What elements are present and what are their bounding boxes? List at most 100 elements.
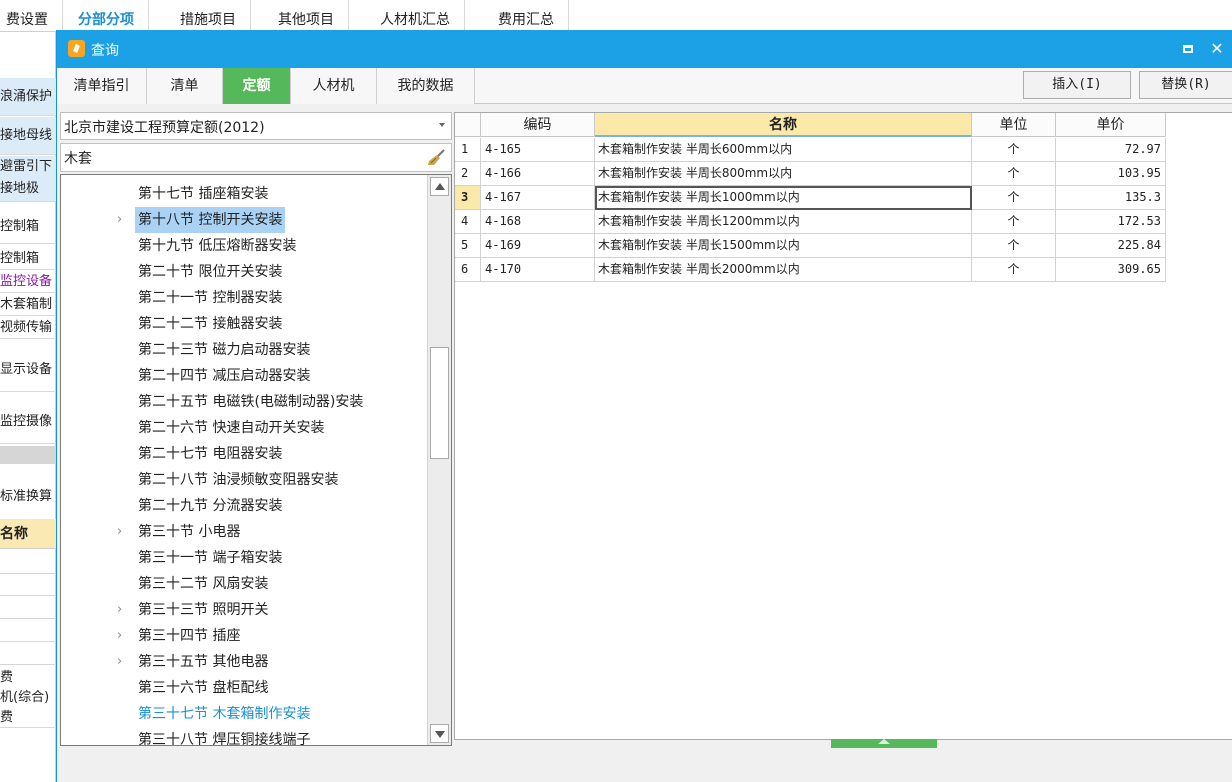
clear-broom-icon[interactable] [427,149,445,167]
tree-node[interactable]: 第二十八节 油浸频敏变阻器安装 [61,467,427,493]
scroll-down-icon[interactable] [430,724,449,743]
bg-item[interactable]: 接地极 [0,178,56,202]
table-row[interactable]: 1 4-165 木套箱制作安装 半周长600mm以内个 72.97 [455,138,1166,162]
bg-item[interactable]: 接地母线 [0,117,56,155]
unit-cell[interactable]: 个 [972,186,1056,210]
tree-node[interactable]: 第二十六节 快速自动开关安装 [61,415,427,441]
code-cell[interactable]: 4-170 [481,258,595,282]
bg-item[interactable]: 监控摄像 [0,400,56,444]
row-number-cell[interactable]: 1 [455,138,481,162]
bg-splitter[interactable] [0,446,56,464]
bg-item[interactable]: 浪涌保护 [0,78,56,116]
bg-item[interactable]: 费 [0,668,56,688]
price-column-header[interactable]: 单价 [1056,113,1166,137]
row-number-cell[interactable]: 3 [455,186,481,210]
tree-node[interactable]: 第二十二节 接触器安装 [61,311,427,337]
table-row[interactable]: 3 4-167 木套箱制作安装 半周长1000mm以内个 135.3 [455,186,1166,210]
unit-cell[interactable]: 个 [972,162,1056,186]
bg-item[interactable]: 避雷引下 [0,156,56,178]
tree-scrollbar[interactable] [427,175,451,745]
code-cell[interactable]: 4-166 [481,162,595,186]
name-cell[interactable]: 木套箱制作安装 半周长1000mm以内 [595,186,972,210]
tree-node[interactable]: 第三十七节 木套箱制作安装 [61,701,427,727]
app-tab-measures[interactable]: 措施项目 [166,0,251,32]
close-icon[interactable]: ✕ [1207,39,1227,59]
app-tab-cost-summary[interactable]: 费用汇总 [484,0,569,32]
tab-my-data[interactable]: 我的数据 [377,68,475,104]
bg-item[interactable]: 费 [0,708,56,728]
table-row[interactable]: 4 4-168 木套箱制作安装 半周长1200mm以内个 172.53 [455,210,1166,234]
row-number-cell[interactable]: 4 [455,210,481,234]
panel-expand-handle[interactable] [831,739,937,748]
bg-item[interactable]: 控制箱 [0,210,56,244]
price-cell[interactable]: 72.97 [1056,138,1166,162]
code-column-header[interactable]: 编码 [481,113,595,137]
name-cell[interactable]: 木套箱制作安装 半周长2000mm以内 [595,258,972,282]
chevron-right-icon[interactable]: › [117,519,122,545]
unit-cell[interactable]: 个 [972,210,1056,234]
tree-node[interactable]: 第二十四节 减压启动器安装 [61,363,427,389]
app-tab-fee-settings[interactable]: 费设置 [0,0,63,32]
price-cell[interactable]: 309.65 [1056,258,1166,282]
chevron-right-icon[interactable]: › [117,623,122,649]
name-cell[interactable]: 木套箱制作安装 半周长600mm以内 [595,138,972,162]
row-number-cell[interactable]: 6 [455,258,481,282]
tree-node[interactable]: 第二十五节 电磁铁(电磁制动器)安装 [61,389,427,415]
tree-node[interactable]: 第二十三节 磁力启动器安装 [61,337,427,363]
tree-node[interactable]: › 第三十节 小电器 [61,519,427,545]
row-number-cell[interactable]: 5 [455,234,481,258]
replace-button[interactable]: 替换(R) [1139,71,1232,99]
table-row[interactable]: 2 4-166 木套箱制作安装 半周长800mm以内个 103.95 [455,162,1166,186]
scroll-thumb[interactable] [430,347,449,459]
unit-cell[interactable]: 个 [972,258,1056,282]
price-cell[interactable]: 135.3 [1056,186,1166,210]
tree-node[interactable]: 第三十一节 端子箱安装 [61,545,427,571]
app-tab-labor-material[interactable]: 人材机汇总 [366,0,465,32]
tree-node[interactable]: › 第十八节 控制开关安装 [61,207,427,233]
code-cell[interactable]: 4-169 [481,234,595,258]
tree-node[interactable]: 第二十一节 控制器安装 [61,285,427,311]
name-cell[interactable]: 木套箱制作安装 半周长1500mm以内 [595,234,972,258]
quota-library-select[interactable]: 北京市建设工程预算定额(2012) [60,112,452,140]
code-cell[interactable]: 4-165 [481,138,595,162]
bg-item[interactable]: 显示设备 [0,348,56,392]
tree-node[interactable]: › 第三十四节 插座 [61,623,427,649]
unit-cell[interactable]: 个 [972,138,1056,162]
app-tab-other-items[interactable]: 其他项目 [264,0,349,32]
bg-item[interactable]: 控制箱 [0,248,56,270]
tab-list-guide[interactable]: 清单指引 [57,68,147,104]
row-number-cell[interactable]: 2 [455,162,481,186]
bg-item[interactable]: 木套箱制 [0,294,56,316]
bg-item[interactable]: 视频传输 [0,317,56,339]
tab-labor-material[interactable]: 人材机 [291,68,377,104]
tree-node[interactable]: 第三十二节 风扇安装 [61,571,427,597]
insert-button[interactable]: 插入(I) [1023,71,1131,99]
tree-node[interactable]: 第二十节 限位开关安装 [61,259,427,285]
dialog-titlebar[interactable]: 查询 ✕ [57,30,1232,68]
chevron-right-icon[interactable]: › [117,207,122,233]
scroll-up-icon[interactable] [430,177,449,196]
price-cell[interactable]: 103.95 [1056,162,1166,186]
app-tab-sections[interactable]: 分部分项 [64,0,149,32]
table-row[interactable]: 6 4-170 木套箱制作安装 半周长2000mm以内个 309.65 [455,258,1166,282]
tree-node[interactable]: 第三十八节 焊压铜接线端子 [61,727,427,745]
table-row[interactable]: 5 4-169 木套箱制作安装 半周长1500mm以内个 225.84 [455,234,1166,258]
tree-node[interactable]: 第十九节 低压熔断器安装 [61,233,427,259]
unit-cell[interactable]: 个 [972,234,1056,258]
tree-node[interactable]: 第十七节 插座箱安装 [61,181,427,207]
tree-node[interactable]: › 第三十三节 照明开关 [61,597,427,623]
code-cell[interactable]: 4-168 [481,210,595,234]
minimize-icon[interactable] [1178,39,1198,59]
bg-item[interactable]: 监控设备 [0,271,56,293]
price-cell[interactable]: 172.53 [1056,210,1166,234]
tree-node[interactable]: 第二十九节 分流器安装 [61,493,427,519]
chevron-down-icon[interactable] [439,123,445,127]
code-cell[interactable]: 4-167 [481,186,595,210]
price-cell[interactable]: 225.84 [1056,234,1166,258]
name-cell[interactable]: 木套箱制作安装 半周长1200mm以内 [595,210,972,234]
chevron-right-icon[interactable]: › [117,649,122,675]
tree-node[interactable]: 第三十六节 盘柜配线 [61,675,427,701]
name-cell[interactable]: 木套箱制作安装 半周长800mm以内 [595,162,972,186]
bg-item[interactable]: 机(综合) [0,688,56,708]
name-column-header[interactable]: 名称 [595,113,972,137]
